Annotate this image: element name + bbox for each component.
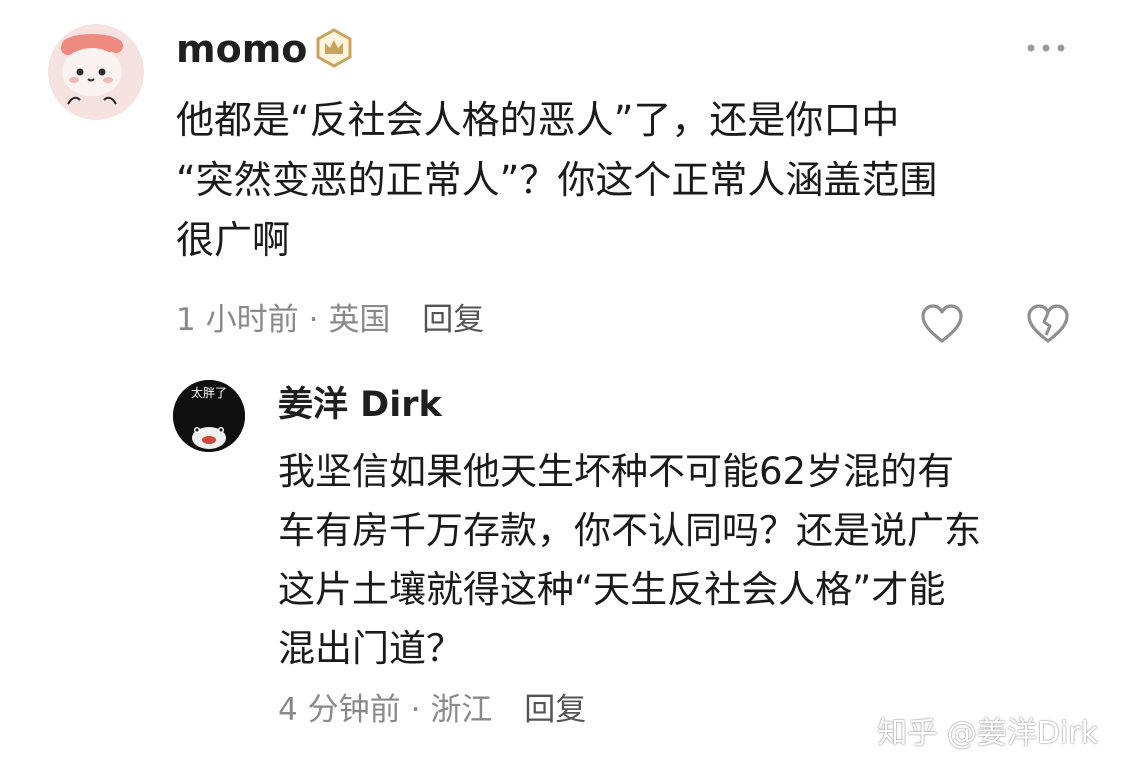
avatar-text: 太胖了 (191, 385, 227, 400)
reply-button[interactable]: 回复 (422, 302, 484, 338)
separator: · (308, 302, 319, 338)
watermark: 知乎 @姜洋Dirk (877, 716, 1098, 751)
reply-text-line: 这片土壤就得这种“天生反社会人格”才能 (278, 568, 946, 611)
timestamp: 1 小时前 (176, 302, 299, 338)
reply-text: 我坚信如果他天生坏种不可能62岁混的有 车有房千万存款，你不认同吗？还是说广东 … (278, 442, 981, 678)
comment-text-line: 他都是“反社会人格的恶人”了，还是你口中 (176, 98, 900, 142)
reply-text-line: 我坚信如果他天生坏种不可能62岁混的有 (278, 450, 955, 493)
comment-text: 他都是“反社会人格的恶人”了，还是你口中 “突然变恶的正常人”？你这个正常人涵盖… (176, 90, 937, 270)
username[interactable]: momo (176, 30, 307, 68)
reply-text-line: 混出门道？ (278, 627, 463, 670)
reply-meta: 4 分钟前 · 浙江 回复 (278, 695, 586, 726)
location: 浙江 (430, 692, 493, 728)
broken-heart-icon[interactable] (1026, 303, 1070, 345)
reply-text-line: 车有房千万存款，你不认同吗？还是说广东 (278, 509, 981, 552)
avatar-momo[interactable] (48, 24, 144, 120)
location: 英国 (328, 302, 391, 338)
crown-badge-icon (314, 28, 354, 68)
comment-meta: 1 小时前 · 英国 回复 (176, 305, 484, 336)
reply-button[interactable]: 回复 (524, 692, 586, 728)
username[interactable]: 姜洋 Dirk (278, 388, 442, 423)
avatar-illustration: 太胖了 (173, 380, 245, 452)
heart-outline-icon[interactable] (919, 303, 965, 345)
avatar-illustration (48, 24, 144, 120)
avatar-dirk[interactable]: 太胖了 (173, 380, 245, 452)
comment-text-line: “突然变恶的正常人”？你这个正常人涵盖范围 (176, 158, 938, 202)
separator: · (410, 692, 421, 728)
comment-text-line: 很广啊 (176, 218, 291, 262)
timestamp: 4 分钟前 (278, 692, 401, 728)
more-dots-icon[interactable] (1024, 40, 1068, 54)
